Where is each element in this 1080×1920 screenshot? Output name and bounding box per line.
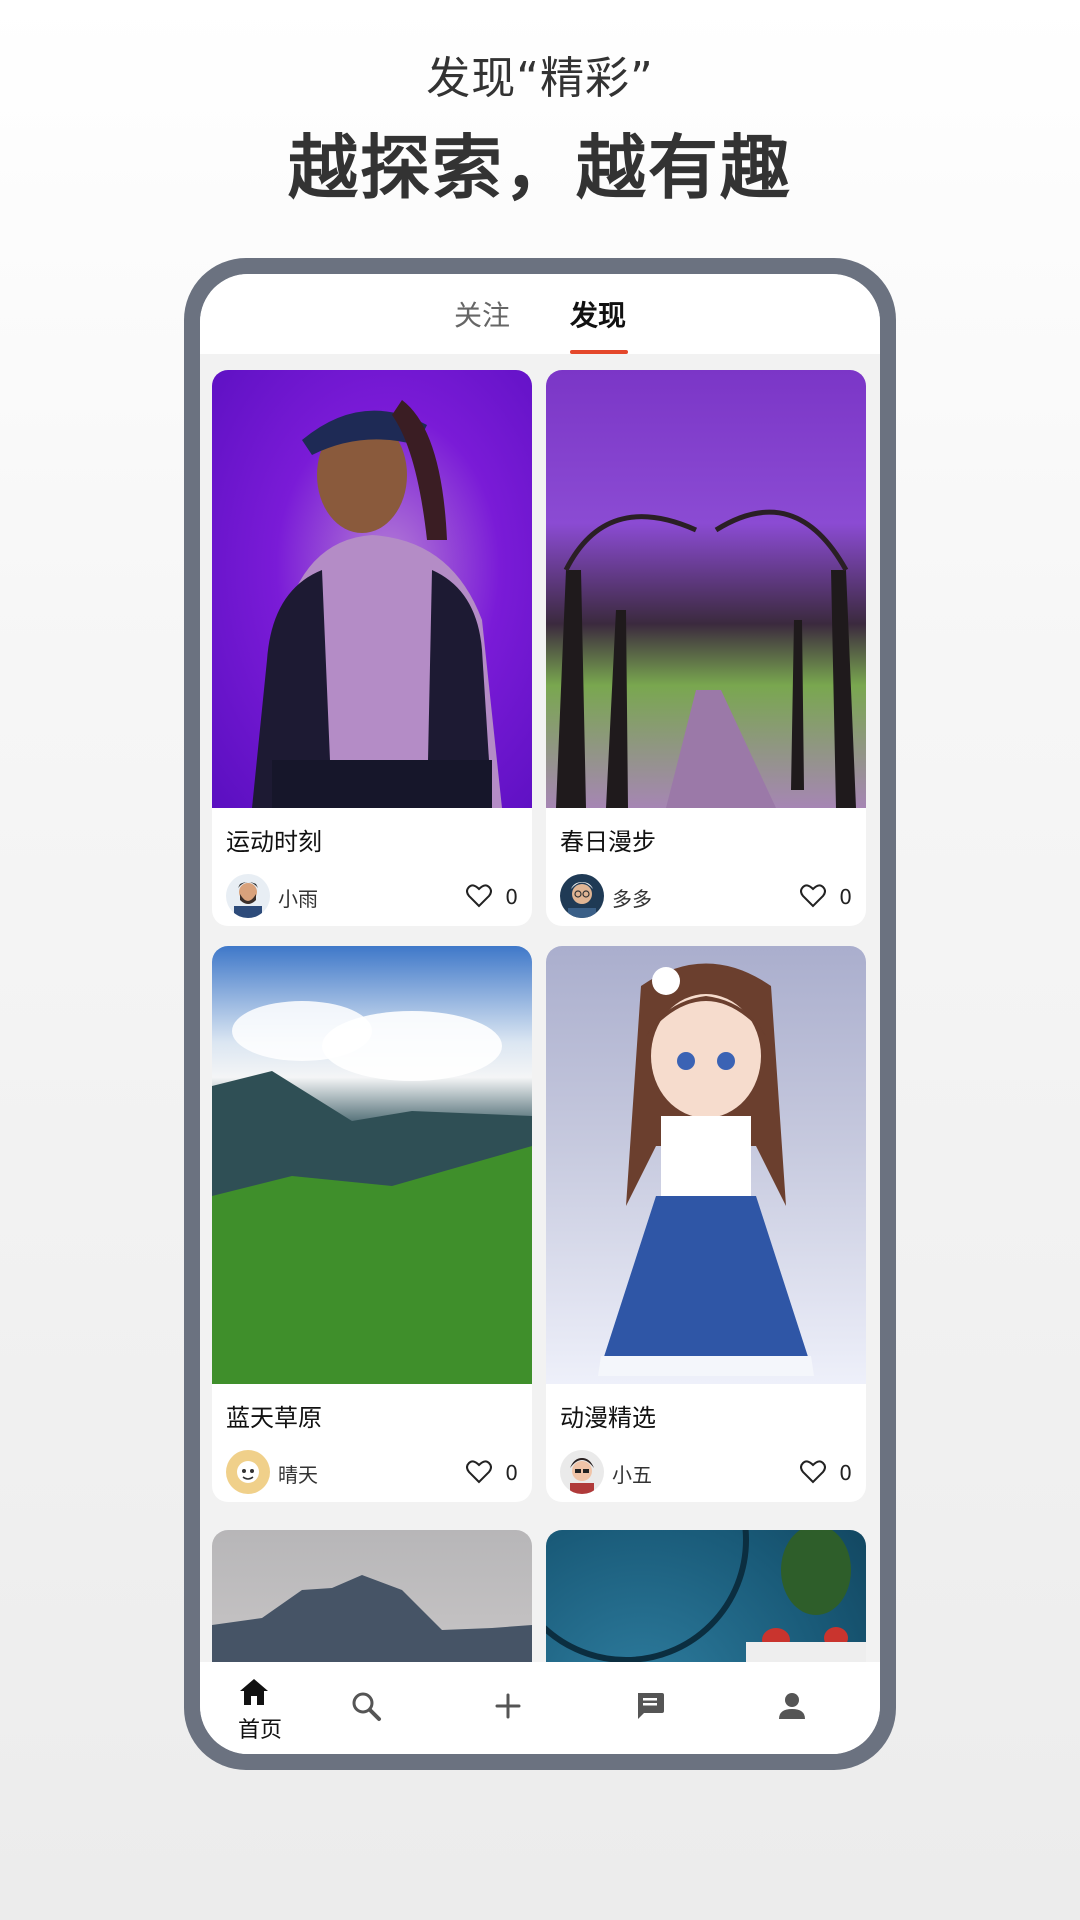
bottom-navigation: 首页 (200, 1662, 880, 1754)
active-tab-indicator (570, 350, 628, 354)
like-button[interactable]: 0 (458, 1458, 518, 1486)
anime-girl-blue-dress-image (598, 963, 814, 1376)
card-title: 蓝天草原 (226, 1404, 322, 1432)
promo-title: 越探索，越有趣 (288, 127, 792, 209)
like-button[interactable]: 0 (792, 882, 852, 910)
add-icon (495, 1693, 521, 1719)
tab-discover[interactable]: 发现 (570, 294, 626, 334)
heart-icon (466, 1460, 492, 1484)
feed-card-sports[interactable]: 运动时刻 小雨 0 (212, 370, 532, 926)
nav-search[interactable] (336, 1690, 396, 1750)
like-count: 0 (839, 1461, 852, 1485)
like-count: 0 (839, 885, 852, 909)
home-icon (240, 1679, 268, 1705)
avatar[interactable] (560, 874, 604, 918)
author-name[interactable]: 晴天 (278, 1459, 318, 1488)
nav-profile[interactable] (762, 1690, 822, 1750)
card-title: 运动时刻 (226, 828, 322, 856)
avatar[interactable] (226, 1450, 270, 1494)
like-button[interactable]: 0 (458, 882, 518, 910)
nav-home-label: 首页 (237, 1718, 282, 1743)
author-name[interactable]: 多多 (612, 883, 652, 912)
avatar[interactable] (226, 874, 270, 918)
like-button[interactable]: 0 (792, 1458, 852, 1486)
heart-icon (800, 1460, 826, 1484)
nav-home[interactable]: 首页 (224, 1676, 284, 1743)
phone-frame: 关注 发现 运动时刻 小雨 0 春日漫步 多多 0 蓝天草原 晴天 0 动漫精选… (184, 258, 896, 1770)
feed-image[interactable] (212, 370, 532, 808)
feed-image[interactable] (546, 370, 866, 808)
profile-icon (779, 1693, 805, 1719)
heart-icon (466, 884, 492, 908)
green-meadow-mountains-image (212, 1001, 532, 1384)
author-name[interactable]: 小雨 (278, 883, 318, 912)
like-count: 0 (505, 885, 518, 909)
feed-image[interactable] (546, 946, 866, 1384)
top-tab-bar: 关注 发现 (200, 274, 880, 354)
nav-add[interactable] (478, 1690, 538, 1750)
card-title: 动漫精选 (560, 1404, 656, 1432)
tab-follow[interactable]: 关注 (454, 294, 510, 334)
heart-icon (800, 884, 826, 908)
search-icon (352, 1692, 381, 1721)
feed-image[interactable] (212, 946, 532, 1384)
feed-card-meadow[interactable]: 蓝天草原 晴天 0 (212, 946, 532, 1502)
card-meta: 多多 0 (560, 874, 852, 918)
card-meta: 晴天 0 (226, 1450, 518, 1494)
card-meta: 小雨 0 (226, 874, 518, 918)
purple-tree-avenue-image (556, 509, 856, 808)
phone-screen: 关注 发现 运动时刻 小雨 0 春日漫步 多多 0 蓝天草原 晴天 0 动漫精选… (200, 274, 880, 1754)
card-meta: 小五 0 (560, 1450, 852, 1494)
card-title: 春日漫步 (560, 828, 656, 856)
feed-card-spring[interactable]: 春日漫步 多多 0 (546, 370, 866, 926)
like-count: 0 (505, 1461, 518, 1485)
girl-in-purple-hoodie-image (252, 400, 502, 808)
promo-subtitle: 发现“精彩” (426, 53, 654, 104)
feed-card-anime[interactable]: 动漫精选 小五 0 (546, 946, 866, 1502)
message-icon (638, 1693, 664, 1719)
avatar[interactable] (560, 1450, 604, 1494)
author-name[interactable]: 小五 (612, 1459, 652, 1488)
nav-messages[interactable] (620, 1690, 680, 1750)
